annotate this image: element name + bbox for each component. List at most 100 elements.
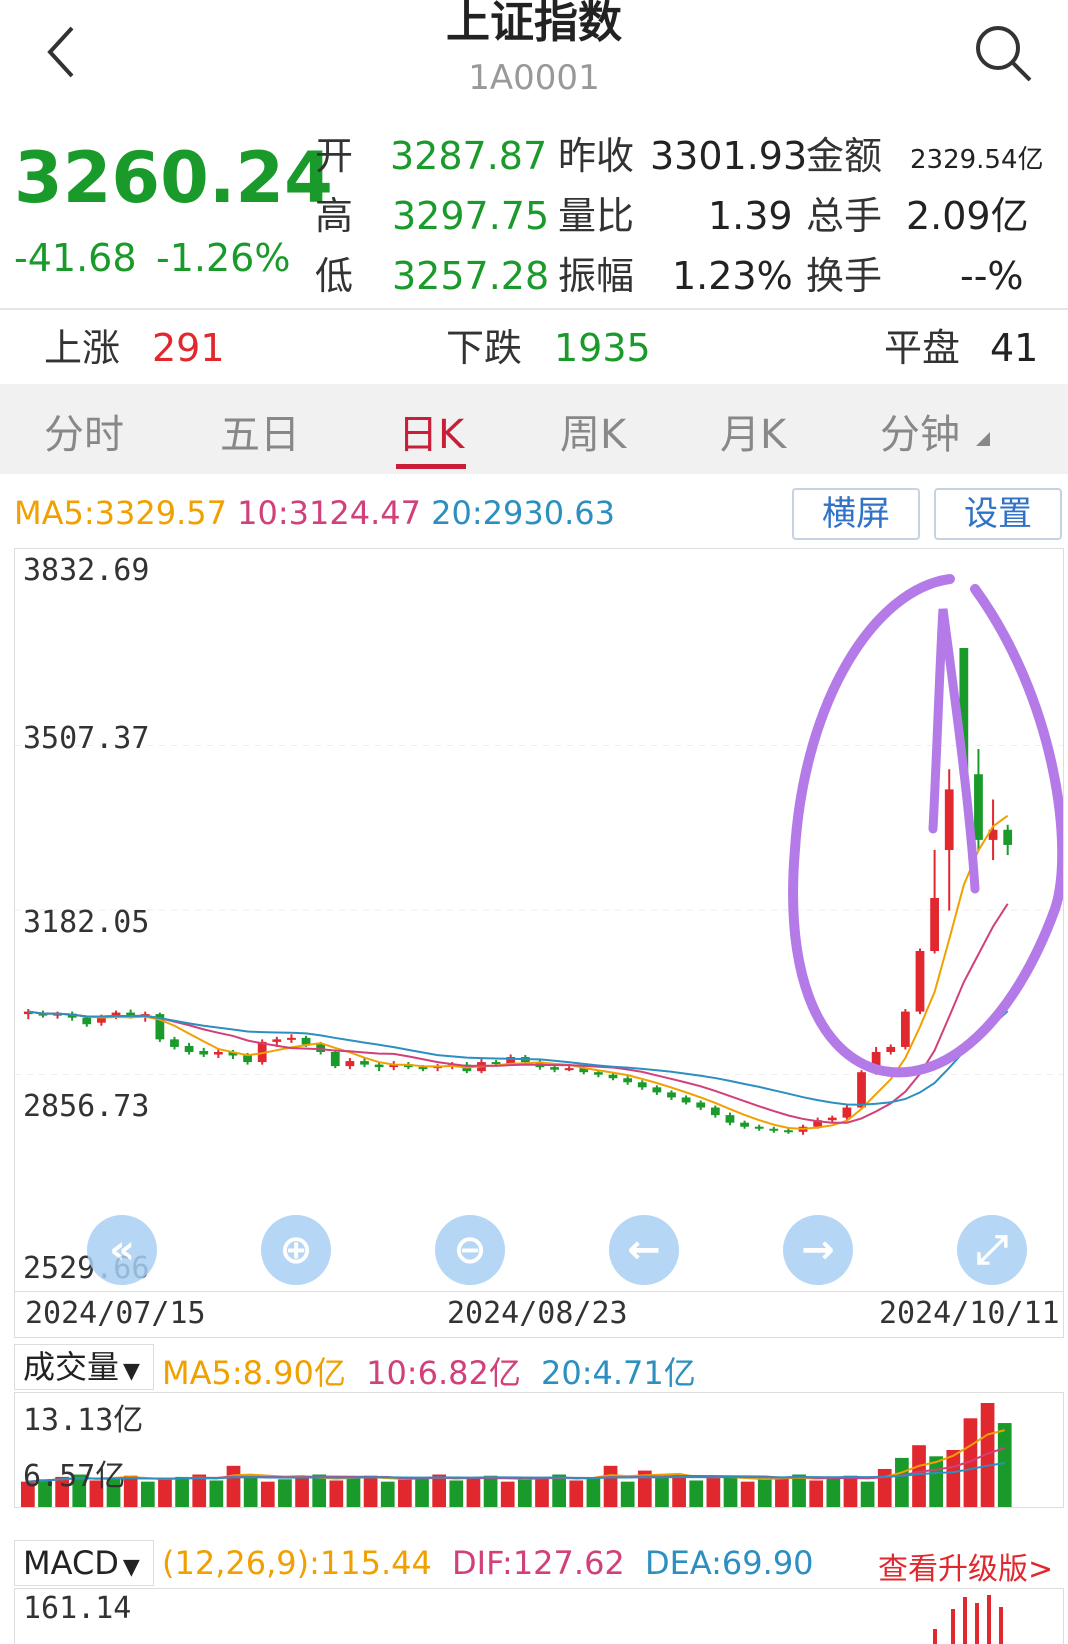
tab-daily-k[interactable]: 日K — [398, 402, 464, 460]
volume-svg — [21, 1403, 1012, 1507]
volume-bar — [192, 1474, 207, 1507]
amount-value: 2329.54亿 — [910, 145, 1044, 175]
volume-bar — [346, 1478, 361, 1507]
volume-bar — [603, 1465, 618, 1507]
volume-bar — [672, 1474, 686, 1507]
up-label: 上涨 — [44, 326, 121, 370]
landscape-button[interactable]: 横屏 — [792, 488, 920, 540]
candle-body — [681, 1097, 691, 1103]
macd-chart[interactable]: 161.14 — [14, 1588, 1064, 1644]
up-count: 291 — [152, 326, 225, 370]
candle-body — [725, 1115, 735, 1123]
open-label: 开 — [315, 134, 354, 178]
macd-bar — [951, 1609, 955, 1644]
price-tick: 3182.05 — [23, 905, 150, 940]
tab-intraday[interactable]: 分时 — [44, 402, 124, 460]
candle-body — [769, 1128, 779, 1131]
volume-bar — [655, 1476, 669, 1507]
active-tab-indicator — [396, 464, 466, 469]
volume-bar — [689, 1480, 704, 1507]
volume-bar — [363, 1475, 378, 1507]
price-change: -41.68 — [14, 236, 137, 280]
high-label: 高 — [315, 194, 354, 238]
volume-bar — [123, 1475, 138, 1507]
page-title: 上证指数 — [446, 0, 622, 48]
price-tick: 3507.37 — [23, 721, 150, 756]
tab-weekly-k[interactable]: 周K — [560, 402, 626, 460]
prev-close-label: 昨收 — [558, 134, 635, 178]
tab-monthly-k[interactable]: 月K — [720, 402, 786, 460]
prev-close-value: 3301.93 — [650, 134, 808, 178]
search-button[interactable] — [970, 20, 1036, 86]
date-tick: 2024/10/11 — [879, 1296, 1060, 1331]
macd-indicator-select[interactable]: MACD ▼ — [14, 1540, 154, 1586]
volume-bar — [586, 1478, 601, 1507]
zoom-in-button[interactable]: ⊕ — [261, 1215, 331, 1285]
candle-body — [491, 1062, 501, 1065]
volume-indicator-select[interactable]: 成交量 ▼ — [14, 1344, 154, 1390]
flat-count: 41 — [990, 326, 1039, 370]
turnover-value: --% — [960, 254, 1024, 298]
volume-bar — [912, 1445, 926, 1507]
volume-bar — [826, 1478, 841, 1507]
candle-body — [915, 950, 925, 1012]
period-tabs: 分时 五日 日K 周K 月K 分钟 — [0, 384, 1068, 474]
macd-bar — [987, 1595, 991, 1644]
fullscreen-button[interactable]: ⤢ — [957, 1215, 1027, 1285]
candle-body — [827, 1117, 837, 1121]
macd-bar — [999, 1607, 1003, 1644]
candle-body — [710, 1107, 720, 1116]
volume-bar — [620, 1481, 635, 1507]
down-count: 1935 — [554, 326, 651, 370]
price-tick: 2856.73 — [23, 1089, 150, 1124]
volume-bar — [843, 1475, 858, 1507]
search-icon — [976, 26, 1032, 82]
date-axis: 2024/07/15 2024/08/23 2024/10/11 — [14, 1292, 1064, 1338]
last-price: 3260.24 — [14, 137, 333, 219]
volume-bar — [312, 1474, 327, 1507]
volume-bar — [158, 1479, 172, 1507]
macd-selector-label: MACD — [23, 1544, 119, 1582]
scroll-right-button[interactable]: → — [783, 1215, 853, 1285]
low-value: 3257.28 — [392, 254, 550, 298]
caret-down-icon: ▼ — [123, 1359, 140, 1384]
macd-svg — [933, 1595, 1003, 1644]
macd-bar — [975, 1603, 979, 1644]
kline-svg — [15, 574, 1063, 1135]
high-value: 3297.75 — [392, 194, 550, 238]
low-label: 低 — [315, 254, 354, 298]
date-tick: 2024/07/15 — [25, 1296, 206, 1331]
volume-bar — [860, 1481, 875, 1507]
zoom-out-button[interactable]: ⊖ — [435, 1215, 505, 1285]
candle-body — [213, 1051, 223, 1055]
volume-chart[interactable]: 13.13亿 6.57亿 — [14, 1392, 1064, 1508]
amount-label: 金额 — [806, 134, 883, 178]
amplitude-label: 振幅 — [558, 254, 635, 298]
vol-ma5-label: MA5:8.90亿 — [162, 1354, 346, 1392]
volume-bar — [552, 1474, 566, 1507]
candle-body — [184, 1045, 194, 1052]
candle-body — [652, 1087, 662, 1093]
vol-ratio-label: 量比 — [558, 194, 635, 238]
tab-five-day[interactable]: 五日 — [220, 402, 300, 460]
volume-bar — [757, 1479, 772, 1507]
macd-bar — [933, 1629, 937, 1644]
upgrade-link[interactable]: 查看升级版> — [878, 1544, 1053, 1588]
candle-body — [623, 1078, 633, 1083]
candle-body — [418, 1067, 428, 1070]
candle-body — [930, 897, 939, 951]
kline-chart[interactable]: 3832.69 3507.37 3182.05 2856.73 2529.66 … — [14, 548, 1064, 1292]
tab-minute[interactable]: 分钟 — [880, 402, 960, 460]
volume-selector-label: 成交量 — [23, 1348, 120, 1386]
volume-bar — [226, 1465, 241, 1507]
volume-bar — [895, 1457, 909, 1507]
settings-button[interactable]: 设置 — [934, 488, 1062, 540]
scroll-left-button[interactable]: ← — [609, 1215, 679, 1285]
volume-bar — [518, 1479, 532, 1507]
candle-body — [360, 1061, 369, 1065]
expand-icon: ⤢ — [976, 1227, 1008, 1273]
volume-bar — [500, 1481, 515, 1507]
volume-bar — [466, 1478, 481, 1507]
volume-bar — [260, 1481, 275, 1507]
fast-back-button[interactable]: « — [87, 1215, 157, 1285]
